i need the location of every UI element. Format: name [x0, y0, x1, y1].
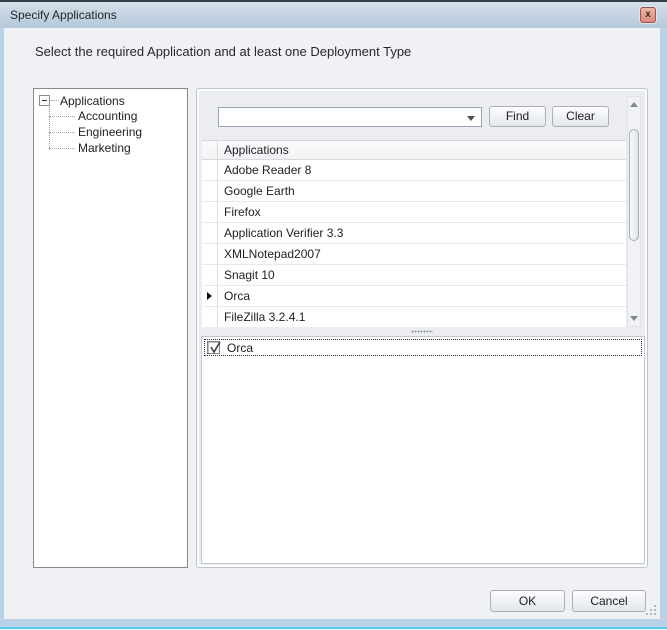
application-name-cell: Snagit 10: [218, 265, 275, 285]
tree-connector-line: [49, 148, 75, 149]
tree-connector-line: [49, 116, 75, 117]
table-row[interactable]: Orca: [202, 286, 626, 307]
row-indicator-cell: [202, 223, 218, 243]
row-indicator-cell: [202, 307, 218, 327]
dialog-client-area: Select the required Application and at l…: [4, 28, 660, 619]
list-item[interactable]: Orca: [204, 339, 642, 356]
table-row[interactable]: Firefox: [202, 202, 626, 223]
tree-connector-line: [49, 132, 75, 133]
scroll-up-icon[interactable]: [628, 98, 640, 111]
chevron-down-icon[interactable]: [467, 116, 475, 121]
grid-header-label: Applications: [218, 141, 289, 159]
ok-button[interactable]: OK: [490, 590, 565, 612]
applications-tree-panel: Applications AccountingEngineeringMarket…: [33, 88, 188, 568]
selected-applications-panel: Orca: [201, 336, 645, 564]
row-indicator-cell: [202, 160, 218, 180]
application-name-cell: XMLNotepad2007: [218, 244, 321, 264]
application-name-cell: Adobe Reader 8: [218, 160, 311, 180]
tree-item-engineering[interactable]: Engineering: [78, 125, 142, 141]
find-button[interactable]: Find: [489, 106, 546, 127]
tree-item-accounting[interactable]: Accounting: [78, 109, 137, 125]
row-indicator-cell: [202, 286, 218, 306]
selected-item-label: Orca: [227, 341, 253, 355]
cancel-button[interactable]: Cancel: [572, 590, 646, 612]
application-picker-group: Find Clear Applications Adobe Reader 8Go…: [196, 88, 648, 568]
grid-rows: Adobe Reader 8Google EarthFirefoxApplica…: [202, 160, 626, 327]
application-name-cell: Firefox: [218, 202, 261, 222]
application-name-cell: Google Earth: [218, 181, 295, 201]
applications-grid: Applications Adobe Reader 8Google EarthF…: [202, 140, 626, 327]
row-indicator-cell: [202, 244, 218, 264]
row-indicator-cell: [202, 141, 218, 159]
table-row[interactable]: Google Earth: [202, 181, 626, 202]
application-name-cell: FileZilla 3.2.4.1: [218, 307, 305, 327]
row-indicator-cell: [202, 202, 218, 222]
dialog-instruction-text: Select the required Application and at l…: [35, 44, 411, 59]
tree-root-label: Applications: [60, 94, 125, 108]
scroll-down-icon[interactable]: [628, 312, 640, 325]
title-bar[interactable]: Specify Applications x: [0, 0, 667, 28]
current-row-arrow-icon: [207, 292, 212, 300]
table-row[interactable]: Adobe Reader 8: [202, 160, 626, 181]
application-name-cell: Orca: [218, 286, 250, 306]
resize-grip-icon[interactable]: [646, 605, 658, 617]
tree-connector-line: [51, 100, 59, 101]
search-combobox[interactable]: [218, 107, 482, 127]
tree-connector-line: [49, 105, 50, 150]
tree-item-applications[interactable]: Applications: [39, 93, 125, 108]
clear-button[interactable]: Clear: [552, 106, 609, 127]
vertical-scrollbar[interactable]: [627, 96, 641, 327]
table-row[interactable]: XMLNotepad2007: [202, 244, 626, 265]
grid-header-row[interactable]: Applications: [202, 141, 626, 160]
dialog-window: Specify Applications x Select the requir…: [0, 0, 667, 630]
window-title: Specify Applications: [10, 8, 117, 22]
close-icon[interactable]: x: [640, 7, 656, 23]
table-row[interactable]: FileZilla 3.2.4.1: [202, 307, 626, 327]
checkbox-checked-icon[interactable]: [207, 341, 220, 354]
search-input[interactable]: [221, 109, 459, 125]
table-row[interactable]: Application Verifier 3.3: [202, 223, 626, 244]
tree-item-marketing[interactable]: Marketing: [78, 141, 131, 157]
splitter-handle[interactable]: [411, 330, 433, 333]
row-indicator-cell: [202, 265, 218, 285]
application-name-cell: Application Verifier 3.3: [218, 223, 343, 243]
scrollbar-thumb[interactable]: [629, 129, 639, 241]
table-row[interactable]: Snagit 10: [202, 265, 626, 286]
row-indicator-cell: [202, 181, 218, 201]
